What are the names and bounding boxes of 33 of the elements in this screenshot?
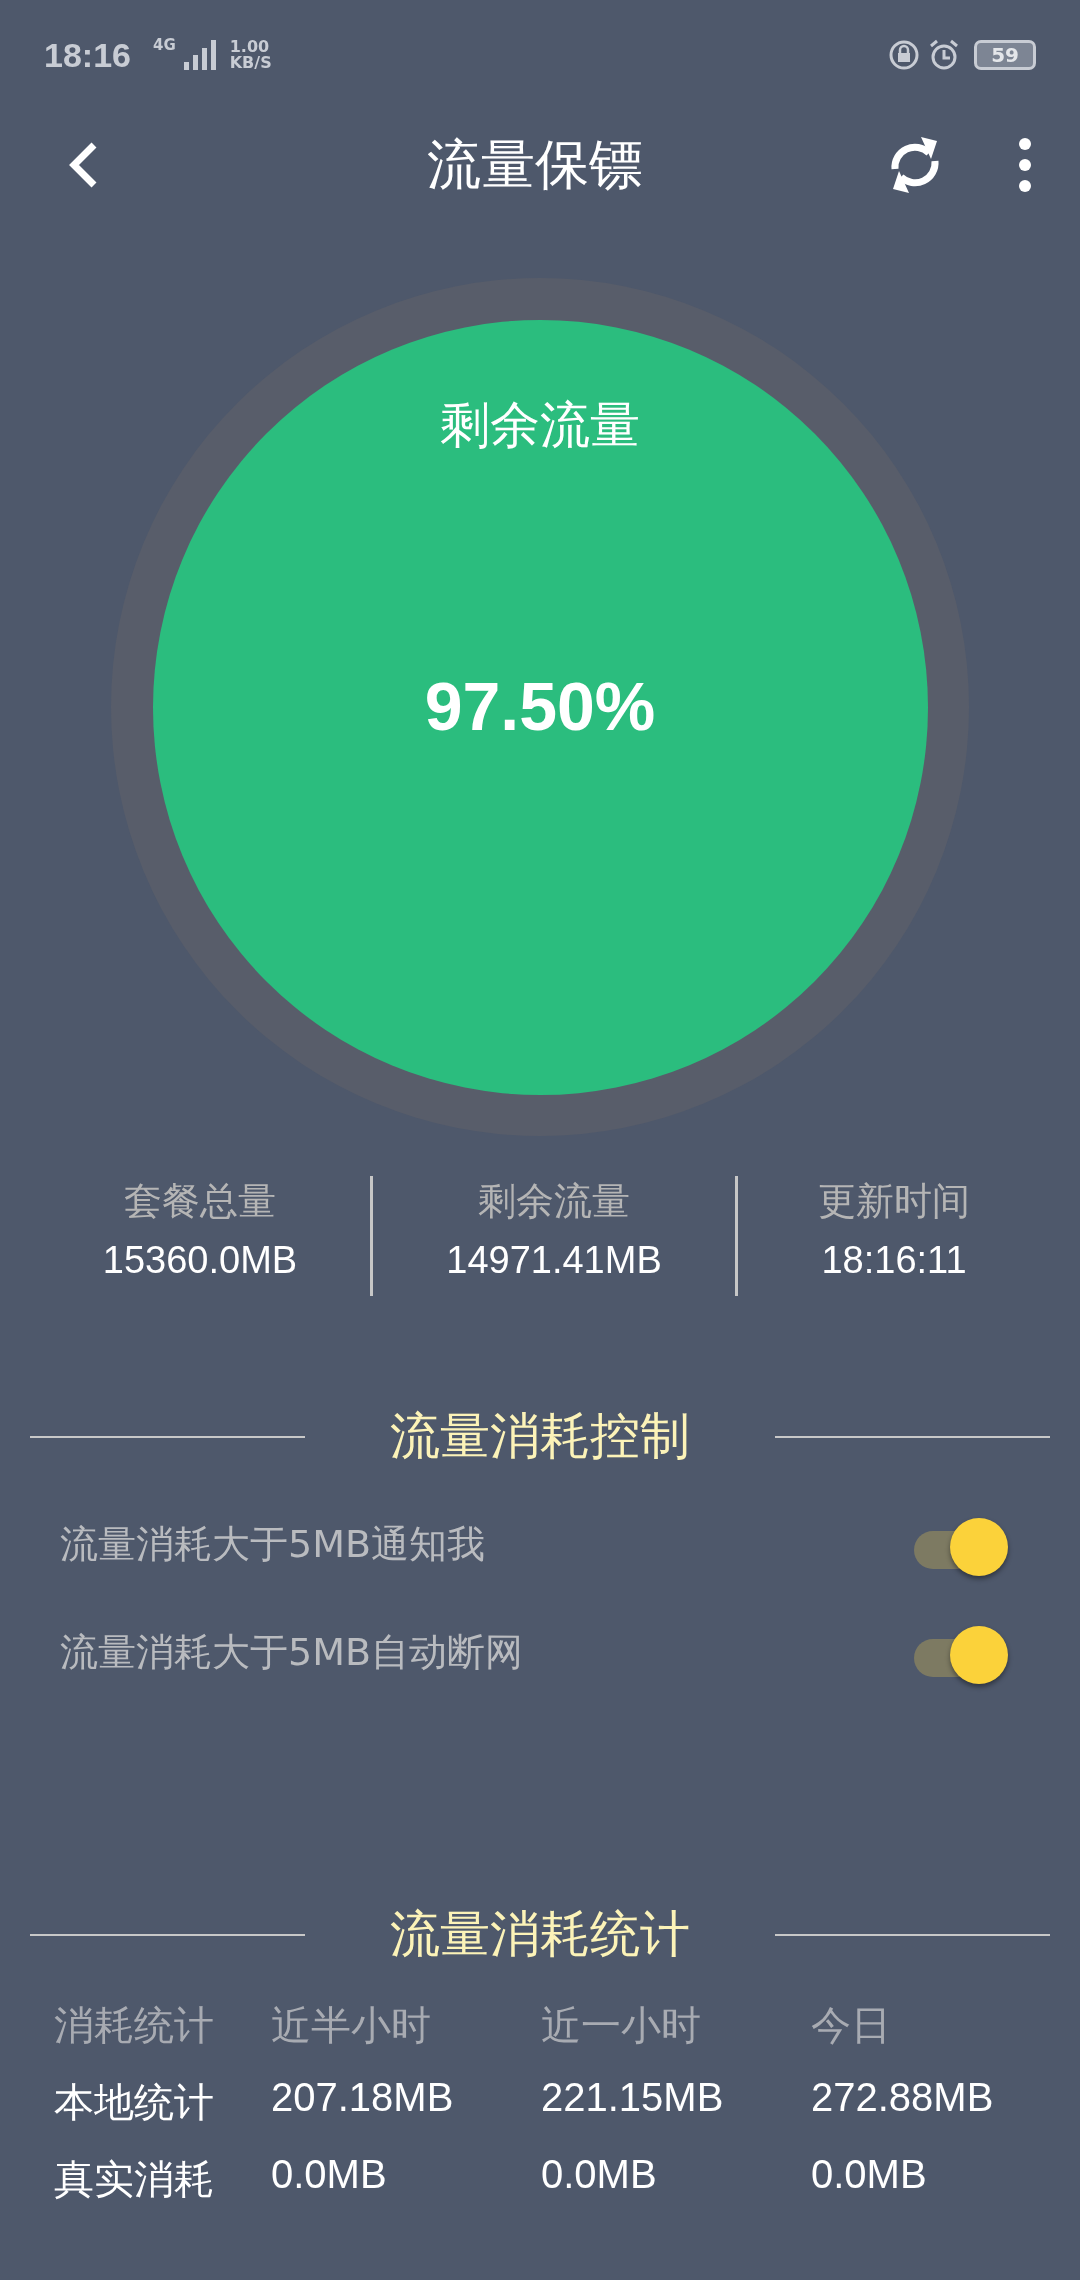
summary-value: 14971.41MB [446,1239,662,1282]
speed-value: 1.00 [229,39,271,55]
speed-unit: KB/S [229,55,272,71]
summary-label: 套餐总量 [124,1178,276,1225]
status-time: 18:16 [44,35,131,75]
gauge-label: 剩余流量 [440,394,640,456]
section-title: 流量消耗控制 [389,1406,691,1467]
column-header: 近一小时 [541,2001,702,2050]
table-cell-text: 0.0MB [541,2152,658,2198]
page-title: 流量保镖 [425,131,644,198]
rotation-lock-icon [888,39,921,71]
table-cell-text: 221.15MB [541,2075,725,2121]
table-cell-text: 0.0MB [271,2152,388,2198]
table-cell-text: 207.18MB [271,2075,455,2121]
summary-label: 更新时间 [818,1178,970,1225]
gauge-value: 97.50% [424,666,656,745]
row-label: 本地统计 [54,2078,215,2127]
section-title: 流量消耗统计 [389,1904,691,1965]
option-label: 流量消耗大于5MB通知我 [60,1520,487,1568]
summary-label: 剩余流量 [478,1178,630,1225]
summary-value: 18:16:11 [821,1239,967,1282]
column-header: 消耗统计 [54,2001,215,2050]
signal-icon [183,40,218,70]
column-header: 今日 [811,2001,892,2050]
alarm-icon [928,39,961,71]
row-label: 真实消耗 [54,2155,215,2204]
column-header: 近半小时 [271,2001,432,2050]
battery-indicator: 59 [974,40,1036,70]
table-cell-text: 272.88MB [811,2075,995,2121]
summary-value: 15360.0MB [102,1239,298,1282]
table-cell-text: 0.0MB [811,2152,928,2198]
network-type: 4G [152,36,176,54]
option-label: 流量消耗大于5MB自动断网 [60,1628,525,1676]
